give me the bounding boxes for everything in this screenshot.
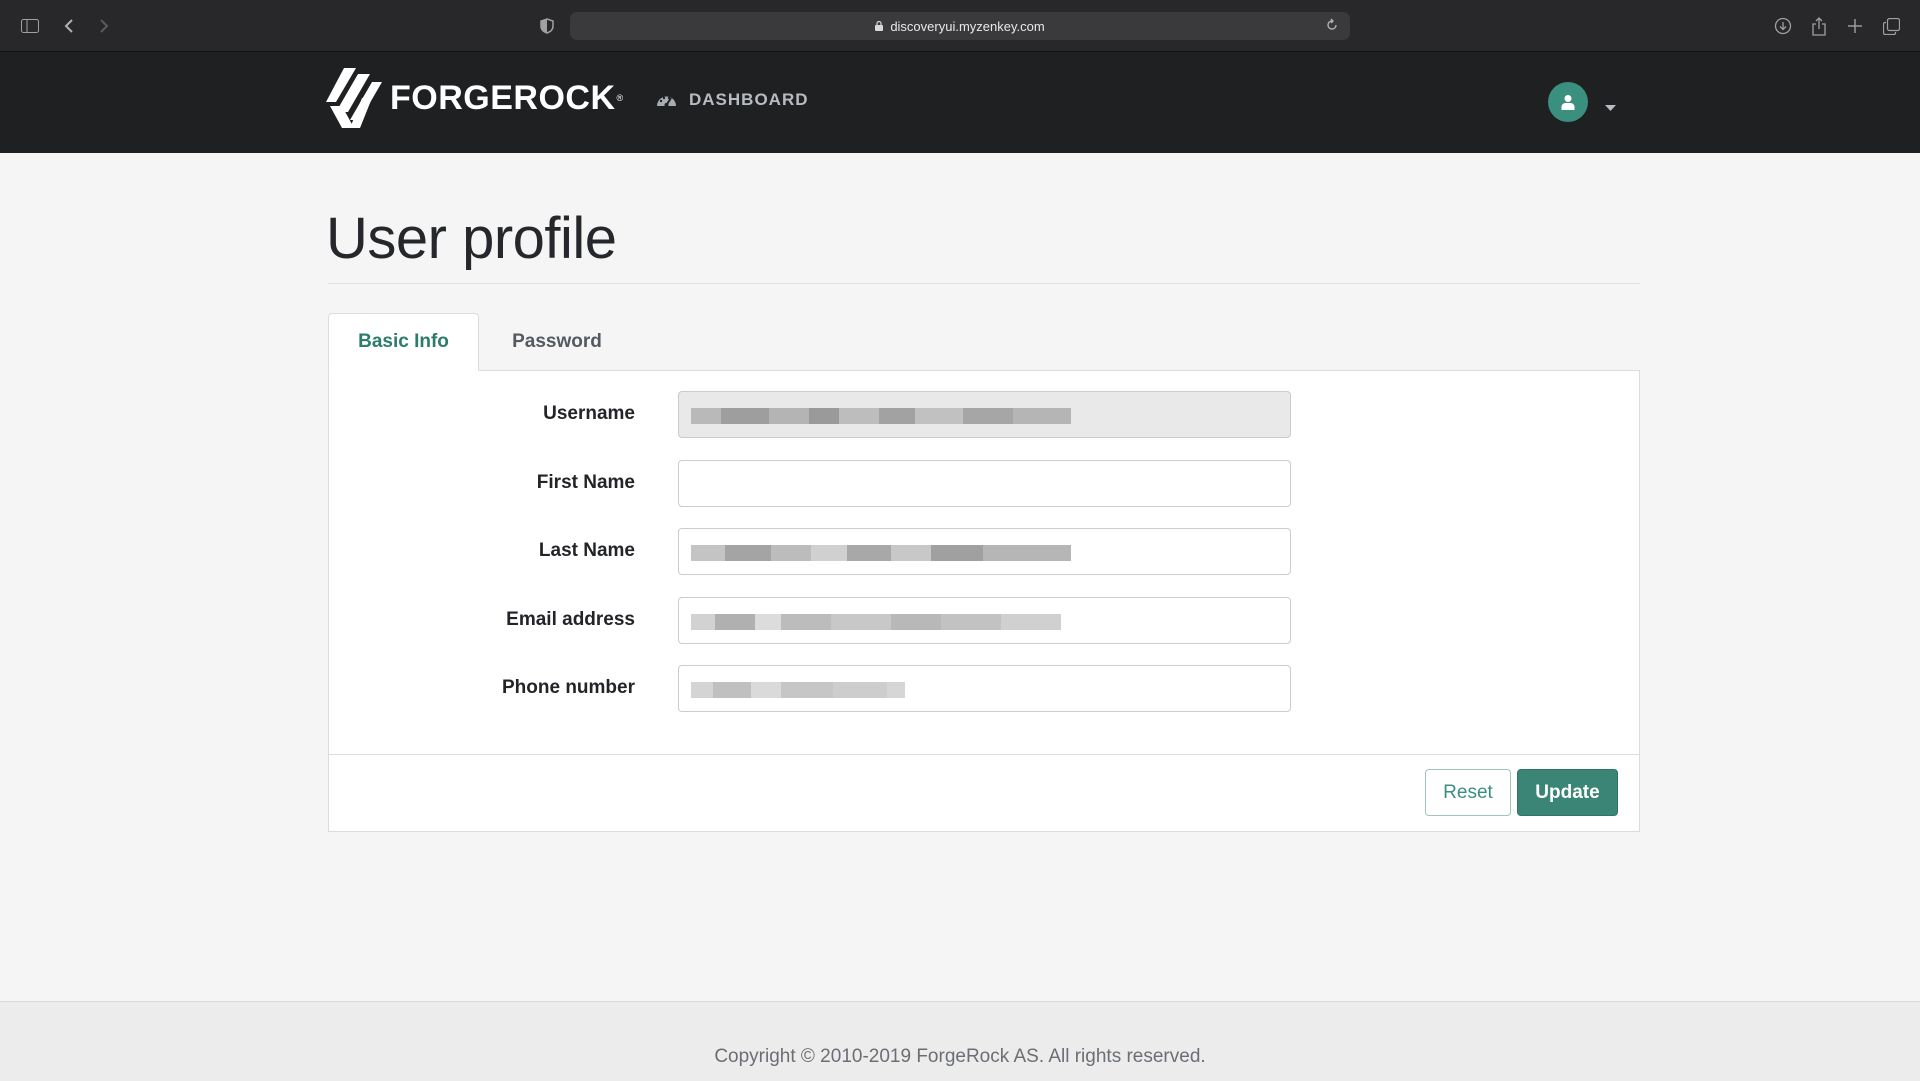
forward-icon[interactable] <box>92 14 116 38</box>
phone-number-field[interactable] <box>678 665 1291 712</box>
phone-number-label: Phone number <box>501 677 635 698</box>
last-name-label: Last Name <box>538 540 635 561</box>
tabs-overview-icon[interactable] <box>1879 14 1903 38</box>
last-name-field[interactable] <box>678 528 1291 575</box>
dashboard-gauge-icon <box>656 92 677 108</box>
page-footer <box>0 1001 1920 1081</box>
update-button[interactable]: Update <box>1517 769 1618 816</box>
share-icon[interactable] <box>1807 14 1831 38</box>
new-tab-icon[interactable] <box>1843 14 1867 38</box>
nav-dashboard-label: DASHBOARD <box>689 90 809 109</box>
copyright-text: Copyright © 2010-2019 ForgeRock AS. All … <box>714 1046 1206 1067</box>
forgerock-logo-icon <box>326 68 382 128</box>
title-divider <box>328 283 1640 284</box>
brand-logo[interactable]: FORGEROCK ® <box>326 68 623 128</box>
tab-password[interactable]: Password <box>480 313 634 371</box>
address-bar[interactable]: discoveryui.myzenkey.com <box>570 12 1350 40</box>
reset-button[interactable]: Reset <box>1425 769 1511 816</box>
email-address-field[interactable] <box>678 597 1291 644</box>
first-name-field[interactable] <box>678 460 1291 507</box>
user-icon <box>1561 95 1575 110</box>
user-avatar-button[interactable] <box>1548 82 1588 122</box>
email-address-label: Email address <box>506 609 635 630</box>
page-title: User profile <box>326 206 617 271</box>
first-name-label: First Name <box>536 472 635 493</box>
tab-basic-info[interactable]: Basic Info <box>328 313 479 371</box>
chevron-down-icon[interactable] <box>1605 98 1616 116</box>
download-icon[interactable] <box>1771 14 1795 38</box>
back-icon[interactable] <box>57 14 81 38</box>
username-label: Username <box>543 403 635 424</box>
reload-icon[interactable] <box>1326 18 1338 35</box>
username-field[interactable] <box>678 391 1291 438</box>
nav-dashboard-link[interactable]: DASHBOARD <box>656 90 809 110</box>
brand-name: FORGEROCK <box>390 78 616 117</box>
sidebar-icon[interactable] <box>18 14 42 38</box>
url-text: discoveryui.myzenkey.com <box>890 18 1045 34</box>
brand-trademark: ® <box>616 93 624 103</box>
browser-toolbar: discoveryui.myzenkey.com <box>0 0 1920 52</box>
lock-icon <box>875 21 884 31</box>
app-navbar <box>0 52 1920 153</box>
privacy-shield-icon[interactable] <box>535 14 559 38</box>
form-footer-divider <box>328 754 1640 755</box>
